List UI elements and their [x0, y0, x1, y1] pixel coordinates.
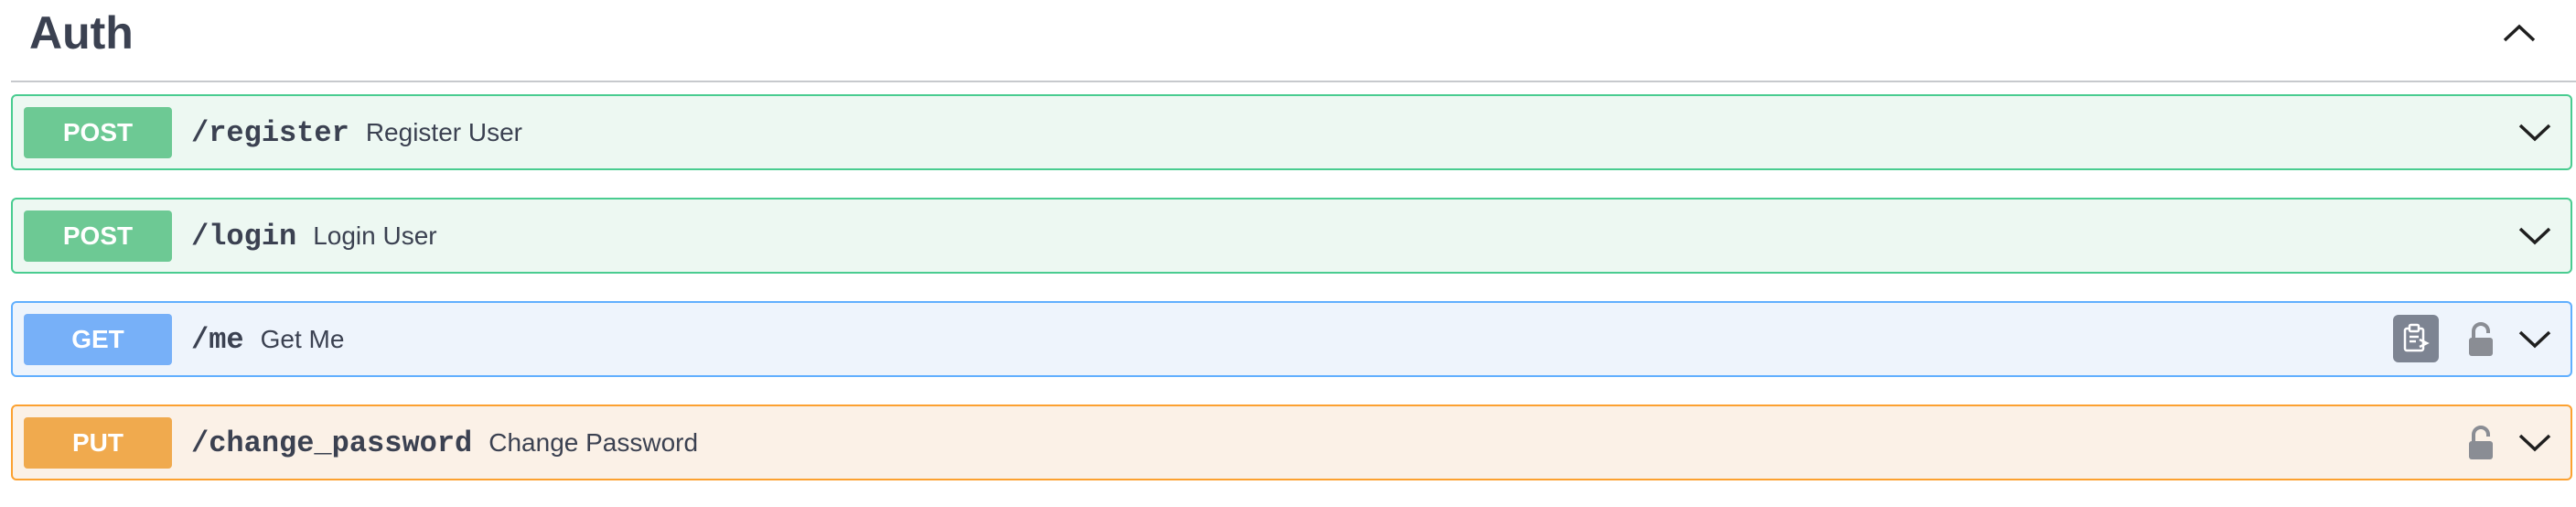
operation-path: /change_password Change Password — [191, 423, 698, 464]
clipboard-copy-icon — [2403, 323, 2430, 352]
operation-summary: Get Me — [260, 325, 345, 353]
unlocked-padlock-icon — [2469, 426, 2493, 459]
collapse-section-button[interactable] — [2492, 13, 2547, 53]
expand-operation-button[interactable] — [2512, 113, 2558, 153]
operation-me[interactable]: GET /me Get Me — [11, 301, 2572, 377]
path-text: /me — [191, 323, 244, 357]
operation-summary: Register User — [365, 118, 522, 146]
chevron-down-icon — [2518, 330, 2551, 349]
operation-login[interactable]: POST /login Login User — [11, 198, 2572, 274]
expand-operation-button[interactable] — [2512, 423, 2558, 463]
authorize-lock-button[interactable] — [2463, 318, 2499, 361]
auth-section: Auth POST /register Register User POST /l… — [0, 0, 2576, 507]
unlocked-padlock-icon — [2469, 322, 2493, 356]
method-badge: POST — [24, 210, 172, 262]
expand-operation-button[interactable] — [2512, 216, 2558, 256]
path-text: /change_password — [191, 426, 473, 460]
chevron-up-icon — [2503, 24, 2536, 42]
expand-operation-button[interactable] — [2512, 319, 2558, 360]
chevron-down-icon — [2518, 434, 2551, 452]
path-text: /register — [191, 116, 349, 150]
operation-register[interactable]: POST /register Register User — [11, 94, 2572, 170]
method-badge: GET — [24, 314, 172, 365]
copy-to-clipboard-button[interactable] — [2393, 315, 2439, 362]
section-header[interactable]: Auth — [11, 0, 2576, 82]
path-text: /login — [191, 220, 297, 254]
authorize-lock-button[interactable] — [2463, 422, 2499, 464]
operation-summary: Login User — [313, 221, 437, 250]
operation-summary: Change Password — [488, 428, 699, 457]
method-badge: POST — [24, 107, 172, 158]
operation-path: /me Get Me — [191, 319, 344, 361]
chevron-down-icon — [2518, 227, 2551, 245]
chevron-down-icon — [2518, 124, 2551, 142]
operation-path: /login Login User — [191, 216, 437, 257]
method-badge: PUT — [24, 417, 172, 469]
operation-path: /register Register User — [191, 113, 522, 154]
section-title: Auth — [29, 7, 134, 59]
operation-change-password[interactable]: PUT /change_password Change Password — [11, 405, 2572, 480]
